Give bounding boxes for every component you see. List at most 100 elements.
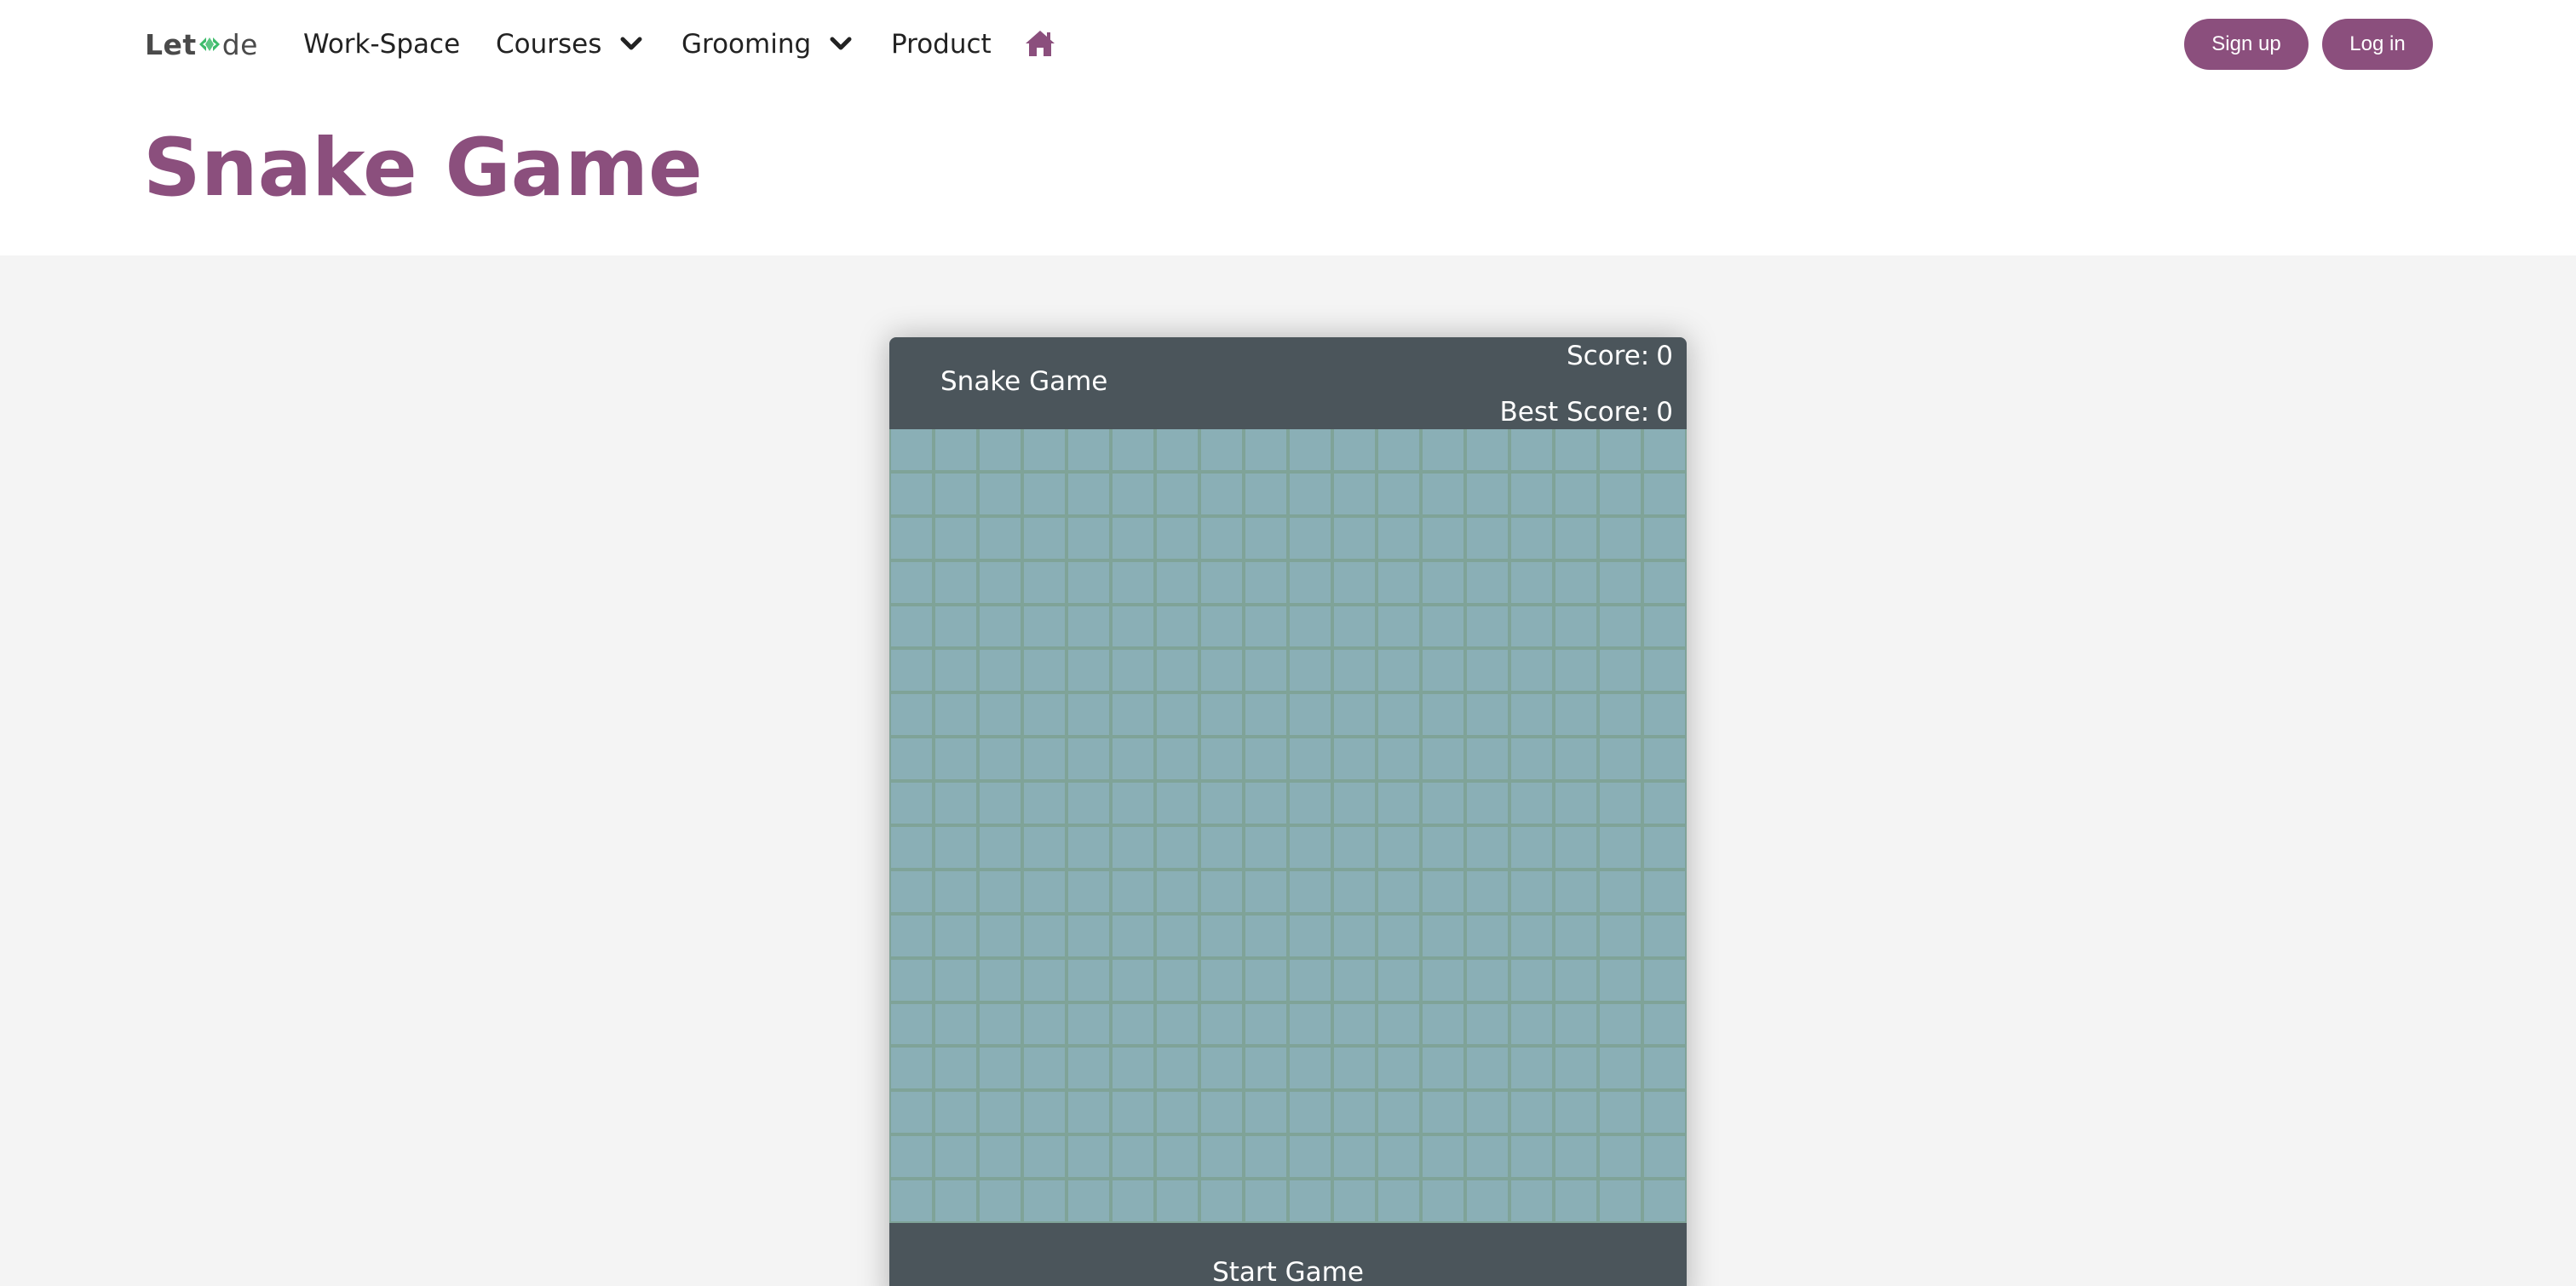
board-cell [1378, 738, 1419, 780]
game-board[interactable] [889, 429, 1687, 1223]
board-cell [1245, 1003, 1286, 1045]
board-cell [1423, 517, 1463, 559]
board-cell [980, 517, 1021, 559]
board-cell [1290, 1003, 1331, 1045]
board-cell [891, 1048, 932, 1089]
board-cell [1555, 473, 1596, 514]
board-cell [1024, 561, 1065, 603]
board-cell [1555, 783, 1596, 824]
board-cell [1467, 870, 1508, 912]
board-cell [1157, 1092, 1198, 1134]
nav-courses-label: Courses [496, 29, 602, 60]
board-cell [1113, 606, 1153, 647]
board-cell [1378, 1136, 1419, 1178]
board-cell [1644, 606, 1685, 647]
board-cell [1201, 1048, 1242, 1089]
board-cell [1113, 827, 1153, 868]
board-cell [1423, 606, 1463, 647]
board-cell [980, 783, 1021, 824]
best-score-display: Best Score: 0 [1499, 393, 1673, 431]
game-header: Snake Game Score: 0 Best Score: 0 [889, 337, 1687, 429]
board-cell [1644, 827, 1685, 868]
board-cell [891, 738, 932, 780]
board-cell [1068, 1048, 1109, 1089]
login-button[interactable]: Log in [2322, 19, 2433, 70]
board-cell [1245, 1180, 1286, 1221]
board-cell [1024, 1048, 1065, 1089]
board-cell [935, 561, 976, 603]
board-cell [1157, 694, 1198, 736]
board-cell [980, 915, 1021, 956]
board-cell [935, 694, 976, 736]
nav-work-space[interactable]: Work-Space [303, 26, 460, 63]
board-cell [980, 694, 1021, 736]
letcode-logo[interactable]: Let de [145, 26, 258, 63]
board-cell [1600, 783, 1641, 824]
board-cell [1378, 827, 1419, 868]
board-cell [1555, 959, 1596, 1001]
signup-button[interactable]: Sign up [2184, 19, 2309, 70]
board-cell [935, 738, 976, 780]
board-cell [1644, 650, 1685, 692]
board-cell [1467, 959, 1508, 1001]
board-cell [1555, 738, 1596, 780]
board-cell [1024, 694, 1065, 736]
board-cell [1290, 783, 1331, 824]
nav-grooming[interactable]: Grooming [681, 26, 854, 63]
board-cell [1334, 561, 1375, 603]
board-cell [1113, 915, 1153, 956]
board-cell [1334, 827, 1375, 868]
board-cell [1024, 1136, 1065, 1178]
board-cell [891, 561, 932, 603]
board-cell [1068, 650, 1109, 692]
board-cell [1068, 429, 1109, 470]
board-cell [1068, 1180, 1109, 1221]
board-cell [1467, 561, 1508, 603]
nav-courses[interactable]: Courses [496, 26, 644, 63]
board-cell [1068, 517, 1109, 559]
home-icon[interactable] [1024, 29, 1056, 58]
board-cell [1024, 1003, 1065, 1045]
board-cell [1157, 606, 1198, 647]
score-value: 0 [1656, 341, 1673, 371]
board-cell [1644, 959, 1685, 1001]
board-cell [1157, 915, 1198, 956]
board-cell [1157, 473, 1198, 514]
board-cell [1334, 915, 1375, 956]
board-cell [1600, 1180, 1641, 1221]
board-cell [891, 1003, 932, 1045]
board-cell [1024, 429, 1065, 470]
board-cell [1290, 1180, 1331, 1221]
board-cell [1201, 870, 1242, 912]
board-cell [1201, 606, 1242, 647]
board-cell [1600, 827, 1641, 868]
board-cell [1378, 959, 1419, 1001]
board-cell [1157, 783, 1198, 824]
board-cell [1555, 1180, 1596, 1221]
board-cell [1555, 870, 1596, 912]
board-cell [1201, 915, 1242, 956]
board-cell [1113, 1136, 1153, 1178]
board-cell [1113, 561, 1153, 603]
board-cell [1290, 827, 1331, 868]
board-cell [1157, 561, 1198, 603]
board-cell [935, 915, 976, 956]
board-cell [1644, 561, 1685, 603]
board-cell [1600, 694, 1641, 736]
board-cell [1378, 1003, 1419, 1045]
logo-code-icon [198, 37, 220, 51]
board-cell [1467, 1048, 1508, 1089]
board-cell [980, 738, 1021, 780]
board-cell [1201, 650, 1242, 692]
board-cell [1644, 1180, 1685, 1221]
board-cell [1423, 1180, 1463, 1221]
board-cell [1245, 694, 1286, 736]
board-cell [1378, 517, 1419, 559]
board-cell [1467, 1136, 1508, 1178]
board-cell [935, 429, 976, 470]
nav-product[interactable]: Product [891, 26, 992, 63]
board-cell [1290, 606, 1331, 647]
board-cell [1024, 783, 1065, 824]
board-cell [1378, 606, 1419, 647]
start-game-button[interactable]: Start Game [889, 1223, 1687, 1286]
